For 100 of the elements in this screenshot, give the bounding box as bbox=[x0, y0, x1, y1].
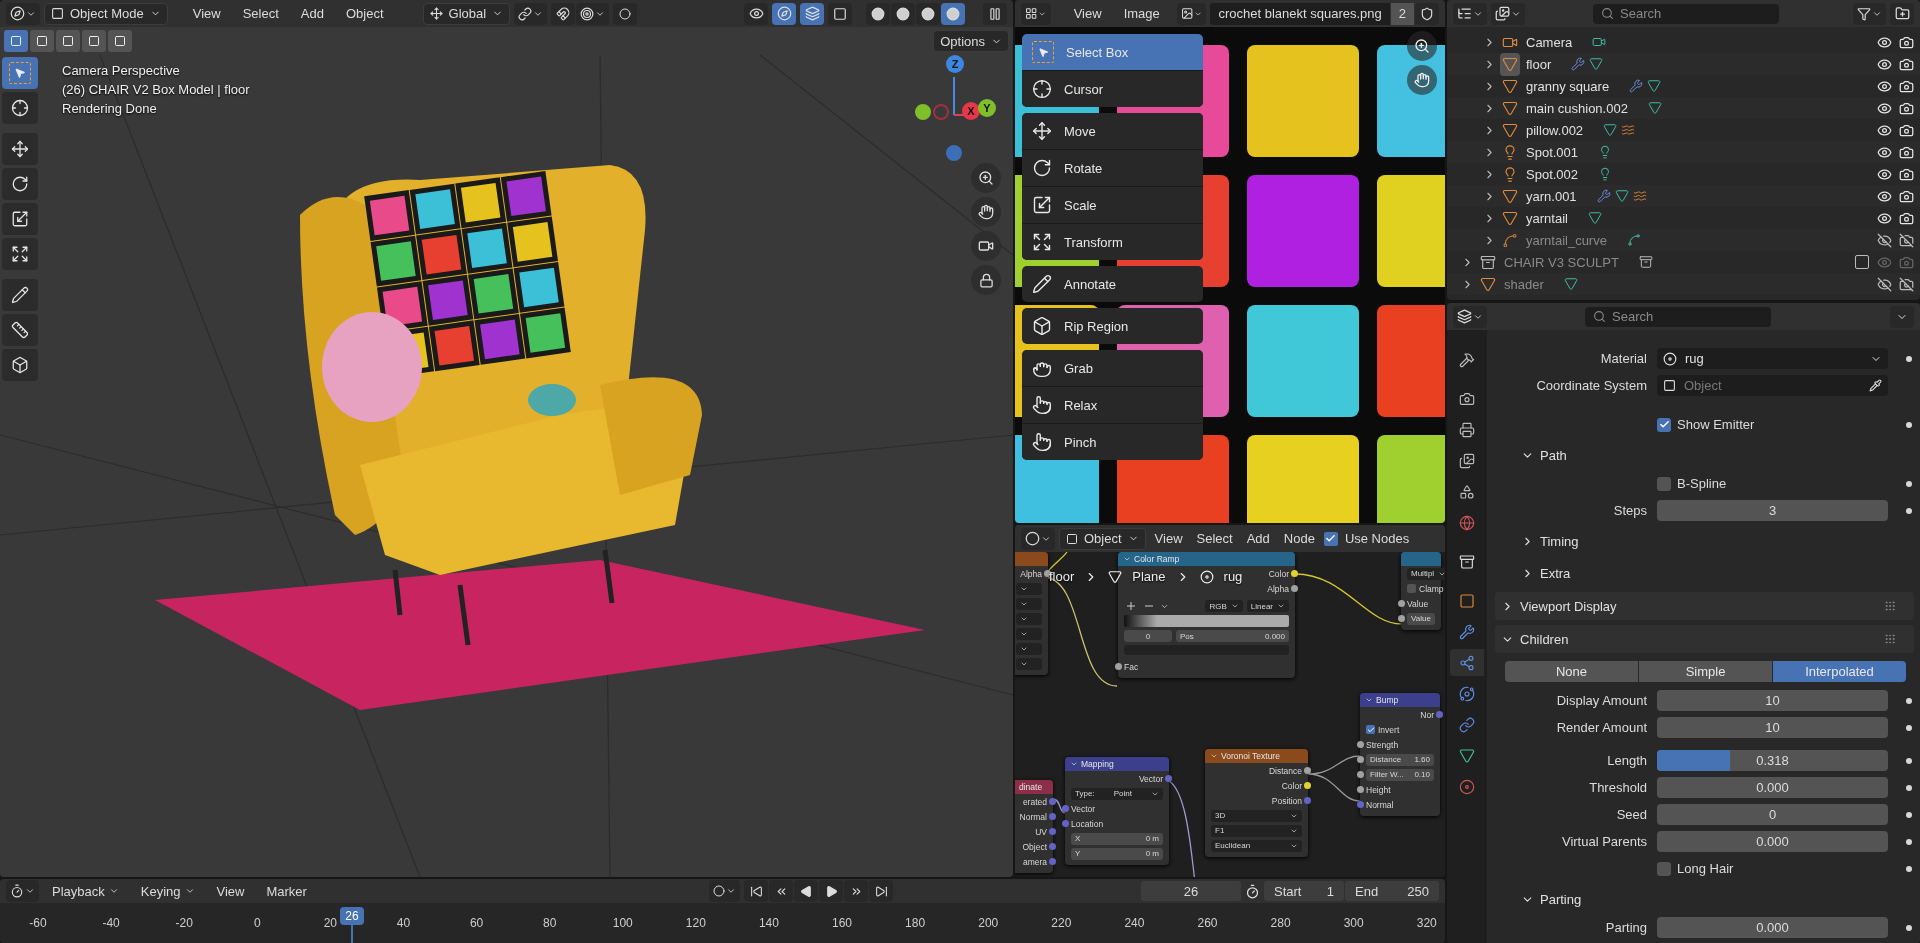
menu-item[interactable]: Node bbox=[1278, 529, 1320, 548]
node-value-field[interactable]: Distance 1.60 bbox=[1366, 753, 1434, 766]
tool-menu-item[interactable]: Transform bbox=[1022, 224, 1203, 260]
tool-menu-item[interactable]: Cursor bbox=[1022, 71, 1203, 107]
frame-tick-label: 120 bbox=[684, 916, 707, 930]
menu-item[interactable]: Keying bbox=[131, 881, 204, 901]
options-dropdown[interactable]: Options bbox=[933, 30, 1009, 52]
stop-index-field[interactable]: 0 bbox=[1124, 630, 1172, 642]
axis-handle[interactable]: Z bbox=[946, 55, 964, 73]
socket-label: Vector bbox=[1138, 773, 1163, 784]
search-field[interactable]: Search bbox=[1585, 306, 1771, 327]
node-value-field[interactable]: Filter W... 0.10 bbox=[1366, 768, 1434, 781]
tool-menu-item[interactable]: Scale bbox=[1022, 187, 1203, 223]
playhead-frame[interactable]: 26 bbox=[340, 907, 364, 925]
socket-label: Color bbox=[1268, 568, 1289, 579]
frame-tick-label: 60 bbox=[468, 916, 485, 930]
object-name: main cushion.002 bbox=[1526, 100, 1628, 116]
tool-menu-item[interactable]: Relax bbox=[1022, 387, 1203, 423]
node-dropdown[interactable]: RGB bbox=[1205, 600, 1243, 612]
node-dropdown[interactable]: 3D bbox=[1211, 809, 1302, 822]
menu-item[interactable]: View bbox=[183, 4, 230, 23]
number-field[interactable]: 10 bbox=[1657, 690, 1888, 711]
user-count-field[interactable]: 2 bbox=[1390, 2, 1414, 25]
socket-label: Normal bbox=[1019, 811, 1047, 822]
tool-menu-item[interactable]: Move bbox=[1022, 113, 1203, 149]
object-picker-field[interactable]: Object bbox=[1657, 375, 1888, 396]
tool-menu-item[interactable]: Grab bbox=[1022, 350, 1203, 386]
menu-item[interactable]: Select bbox=[233, 4, 288, 23]
socket-label: Object bbox=[1022, 841, 1047, 852]
segment-button[interactable]: None bbox=[1505, 661, 1638, 682]
search-field[interactable]: Search bbox=[1593, 3, 1779, 24]
node-dropdown[interactable]: Euclidean bbox=[1211, 839, 1302, 852]
frame-tick-label: 320 bbox=[1415, 916, 1438, 930]
frame-tick-label: 20 bbox=[322, 916, 339, 930]
tool-menu-item[interactable]: Pinch bbox=[1022, 424, 1203, 460]
socket-label: Position bbox=[1271, 795, 1302, 806]
subpanel-header[interactable]: Extra bbox=[1495, 559, 1914, 587]
node-dropdown[interactable]: Multipl bbox=[1407, 567, 1445, 580]
tool-menu-item[interactable]: Rip Region bbox=[1022, 308, 1203, 344]
socket-label: Strength bbox=[1366, 739, 1399, 750]
tool-menu-item[interactable]: Rotate bbox=[1022, 150, 1203, 186]
field-label: Seed bbox=[1615, 807, 1647, 822]
object-name: shader bbox=[1504, 276, 1544, 292]
number-field[interactable]: 0.000 bbox=[1657, 831, 1888, 852]
number-field[interactable]: 0.000 bbox=[1657, 777, 1888, 798]
field-label: Render Amount bbox=[1555, 720, 1647, 735]
socket-label: Nor bbox=[1420, 709, 1434, 720]
node-header: Mapping bbox=[1065, 757, 1169, 771]
menu-item[interactable]: View bbox=[1064, 4, 1111, 23]
mode-dropdown[interactable]: Object Mode bbox=[44, 2, 168, 25]
position-field[interactable]: Pos 0.000 bbox=[1176, 630, 1289, 642]
node-dropdown[interactable]: F1 bbox=[1211, 824, 1302, 837]
number-field[interactable]: 0 bbox=[1657, 804, 1888, 825]
subpanel-header[interactable]: Path bbox=[1495, 441, 1914, 469]
material-dropdown[interactable]: rug bbox=[1657, 348, 1888, 369]
tool-menu-item[interactable]: Annotate bbox=[1022, 266, 1203, 302]
panel-header[interactable]: Children bbox=[1495, 625, 1914, 653]
image-name-field[interactable]: crochet blanekt squares.png bbox=[1210, 2, 1390, 25]
current-frame-field[interactable]: 26 bbox=[1141, 881, 1241, 901]
orientation-dropdown[interactable]: Global bbox=[422, 2, 511, 25]
axis-handle[interactable]: Y bbox=[978, 99, 996, 117]
node-dropdown[interactable]: Type: Point bbox=[1071, 787, 1163, 800]
axis-handle[interactable]: X bbox=[962, 102, 980, 120]
number-field[interactable]: 0.000 bbox=[1657, 917, 1888, 938]
segment-button[interactable]: Simple bbox=[1639, 661, 1772, 682]
panel-header[interactable]: Viewport Display bbox=[1495, 592, 1914, 620]
checkbox-label: B-Spline bbox=[1677, 476, 1727, 491]
menu-item[interactable]: Image bbox=[1114, 4, 1169, 23]
segment-button[interactable]: Interpolated bbox=[1773, 661, 1906, 682]
subpanel-header[interactable]: Parting bbox=[1495, 885, 1914, 913]
slider[interactable]: 0.318 bbox=[1657, 750, 1888, 771]
start-frame-field[interactable]: Start 1 bbox=[1264, 881, 1344, 901]
socket-label: Fac bbox=[1124, 661, 1139, 672]
object-name: yarn.001 bbox=[1526, 188, 1577, 204]
node-dropdown[interactable]: Linear bbox=[1246, 600, 1289, 612]
menu-item[interactable]: Object bbox=[336, 4, 393, 23]
tool-menu-item[interactable]: Select Box bbox=[1022, 34, 1203, 70]
frame-tick-label: 200 bbox=[977, 916, 1000, 930]
breadcrumb-item[interactable]: Plane bbox=[1132, 569, 1166, 584]
socket-label: erated bbox=[1022, 796, 1047, 807]
node-value-field[interactable]: Y 0 m bbox=[1071, 847, 1163, 860]
navigation-gizmo[interactable]: Z X Y bbox=[910, 55, 1000, 165]
number-field[interactable]: 10 bbox=[1657, 717, 1888, 738]
socket-label: Alpha bbox=[1020, 568, 1042, 579]
menu-item[interactable]: Playback bbox=[43, 881, 128, 901]
number-field[interactable]: 3 bbox=[1657, 500, 1888, 521]
menu-item[interactable]: View bbox=[207, 881, 254, 901]
breadcrumb-item[interactable]: floor bbox=[1049, 569, 1075, 584]
menu-item[interactable]: View bbox=[1149, 529, 1188, 548]
breadcrumb-item[interactable]: rug bbox=[1223, 569, 1243, 584]
end-frame-field[interactable]: End 250 bbox=[1345, 881, 1439, 901]
checkbox-label: Invert bbox=[1378, 724, 1400, 735]
menu-item[interactable]: Marker bbox=[257, 881, 316, 901]
menu-item[interactable]: Add bbox=[291, 4, 333, 23]
shader-type-dropdown[interactable]: Object bbox=[1059, 527, 1146, 550]
menu-item[interactable]: Add bbox=[1241, 529, 1275, 548]
node-value-field[interactable]: X 0 m bbox=[1071, 832, 1163, 845]
node-value-field[interactable]: Value bbox=[1407, 612, 1435, 625]
menu-item[interactable]: Select bbox=[1191, 529, 1238, 548]
subpanel-header[interactable]: Timing bbox=[1495, 527, 1914, 555]
